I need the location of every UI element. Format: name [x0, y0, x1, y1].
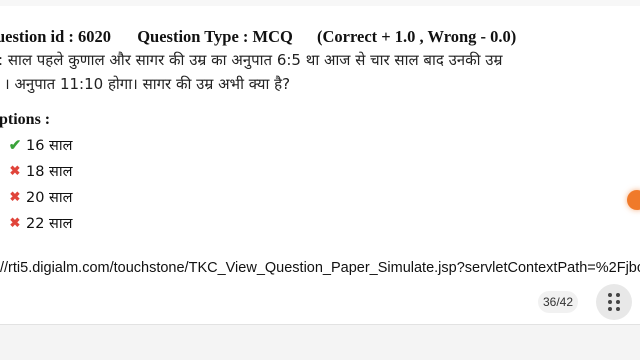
question-line-1: : साल पहले कुणाल और सागर की उम्र का अनुप… [0, 51, 503, 69]
top-strip [0, 0, 640, 6]
footer-strip [0, 325, 640, 360]
option-text: 22 साल [26, 216, 73, 232]
question-marks: (Correct + 1.0 , Wrong - 0.0) [317, 27, 517, 46]
option-item: ✔ 16 साल [6, 132, 73, 158]
option-item: ✖ 20 साल [6, 184, 73, 210]
options-label: ptions : [0, 111, 51, 128]
page-counter: 36/42 [538, 291, 578, 313]
option-item: ✖ 18 साल [6, 158, 73, 184]
cross-icon: ✖ [9, 163, 21, 178]
option-text: 16 साल [26, 138, 73, 154]
cross-icon: ✖ [9, 215, 21, 230]
question-id: uestion id : 6020 [0, 27, 112, 46]
orange-dot-indicator[interactable] [627, 190, 640, 210]
grid-view-button[interactable] [596, 284, 632, 320]
option-text: 18 साल [26, 164, 73, 180]
question-header: uestion id : 6020 Question Type : MCQ (C… [0, 27, 516, 47]
question-type: Question Type : MCQ [137, 27, 293, 46]
page-url[interactable]: //rti5.digialm.com/touchstone/TKC_View_Q… [0, 260, 640, 276]
cross-icon: ✖ [9, 189, 21, 204]
option-item: ✖ 22 साल [6, 210, 73, 236]
question-line-2: । अनुपात 11:10 होगा। सागर की उम्र अभी क्… [4, 75, 291, 93]
grid-icon [608, 293, 620, 311]
check-icon: ✔ [8, 137, 22, 154]
question-text: : साल पहले कुणाल और सागर की उम्र का अनुप… [0, 48, 600, 96]
options-list: ✔ 16 साल ✖ 18 साल ✖ 20 साल ✖ 22 साल [6, 132, 73, 236]
option-text: 20 साल [26, 190, 73, 206]
